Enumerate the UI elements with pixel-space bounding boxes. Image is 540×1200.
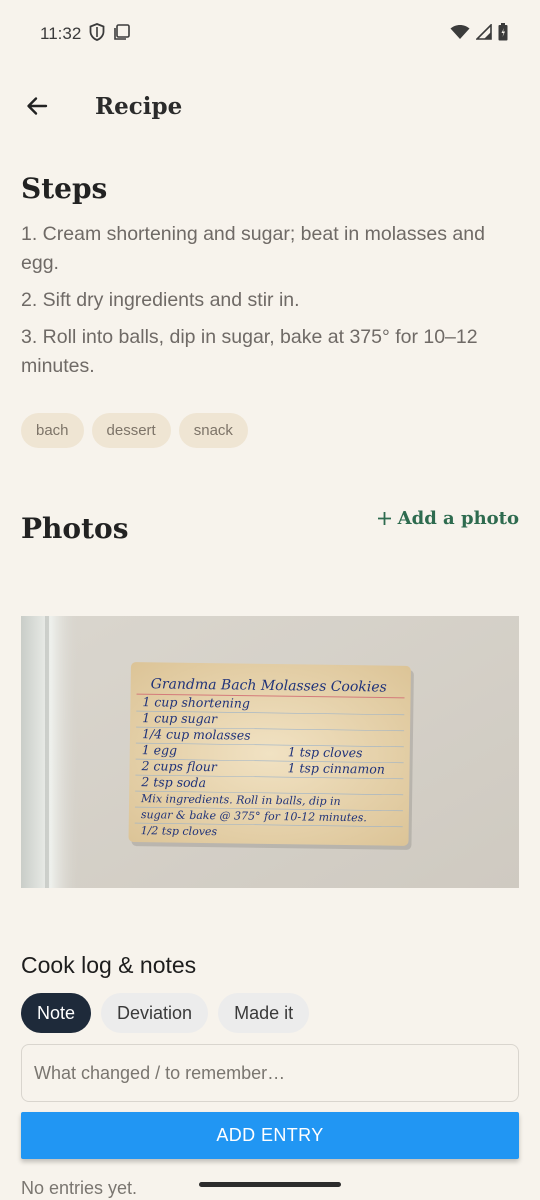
entry-type-chips: Note Deviation Made it	[21, 993, 310, 1033]
card-line: 1/4 cup molasses	[142, 726, 251, 743]
battery-icon	[498, 22, 508, 46]
card-line: 1 cup sugar	[142, 710, 218, 726]
recipe-photo[interactable]: Grandma Bach Molasses Cookies 1 cup shor…	[21, 616, 519, 888]
tag-chip[interactable]: dessert	[91, 413, 171, 448]
arrow-back-icon	[27, 97, 48, 115]
card-title: Grandma Bach Molasses Cookies	[151, 676, 387, 695]
step-item: 3. Roll into balls, dip in sugar, bake a…	[21, 326, 478, 377]
photos-heading: Photos	[21, 512, 129, 545]
add-photo-label: Add a photo	[397, 508, 519, 529]
card-line: 1 tsp cloves	[288, 744, 363, 760]
steps-heading: Steps	[21, 172, 108, 205]
page-title: Recipe	[95, 92, 183, 120]
home-indicator[interactable]	[199, 1182, 341, 1187]
card-line: 2 tsp soda	[140, 774, 206, 790]
chip-made-it[interactable]: Made it	[218, 993, 310, 1033]
step-item: 2. Sift dry ingredients and stir in.	[21, 289, 300, 311]
status-bar: 11:32	[0, 0, 540, 68]
plus-icon	[377, 512, 391, 525]
wifi-icon	[450, 24, 470, 45]
card-line: 1 cup shortening	[142, 694, 250, 710]
empty-state-text: No entries yet.	[21, 1178, 138, 1198]
card-line: 1 egg	[142, 742, 178, 757]
status-time: 11:32	[40, 24, 82, 43]
cook-log-heading: Cook log & notes	[21, 952, 197, 978]
steps-list: 1. Cream shortening and sugar; beat in m…	[21, 220, 519, 389]
tag-chip[interactable]: snack	[178, 413, 248, 448]
card-line: 1/2 tsp cloves	[141, 824, 218, 838]
screenshot-icon	[113, 23, 131, 46]
chip-note[interactable]: Note	[21, 993, 92, 1033]
note-input[interactable]	[21, 1044, 519, 1102]
chip-deviation[interactable]: Deviation	[101, 993, 209, 1033]
back-button[interactable]	[17, 86, 57, 126]
app-bar: Recipe	[0, 76, 540, 136]
add-photo-button[interactable]: Add a photo	[377, 508, 519, 529]
card-line: 2 cups flour	[140, 758, 217, 774]
shield-icon	[89, 22, 105, 46]
signal-icon	[475, 22, 492, 45]
tag-chip[interactable]: bach	[21, 413, 84, 448]
step-item: 1. Cream shortening and sugar; beat in m…	[21, 223, 485, 274]
add-entry-button[interactable]: ADD ENTRY	[21, 1112, 519, 1159]
card-line: 1 tsp cinnamon	[287, 760, 385, 776]
tag-list: bach dessert snack	[21, 413, 248, 448]
